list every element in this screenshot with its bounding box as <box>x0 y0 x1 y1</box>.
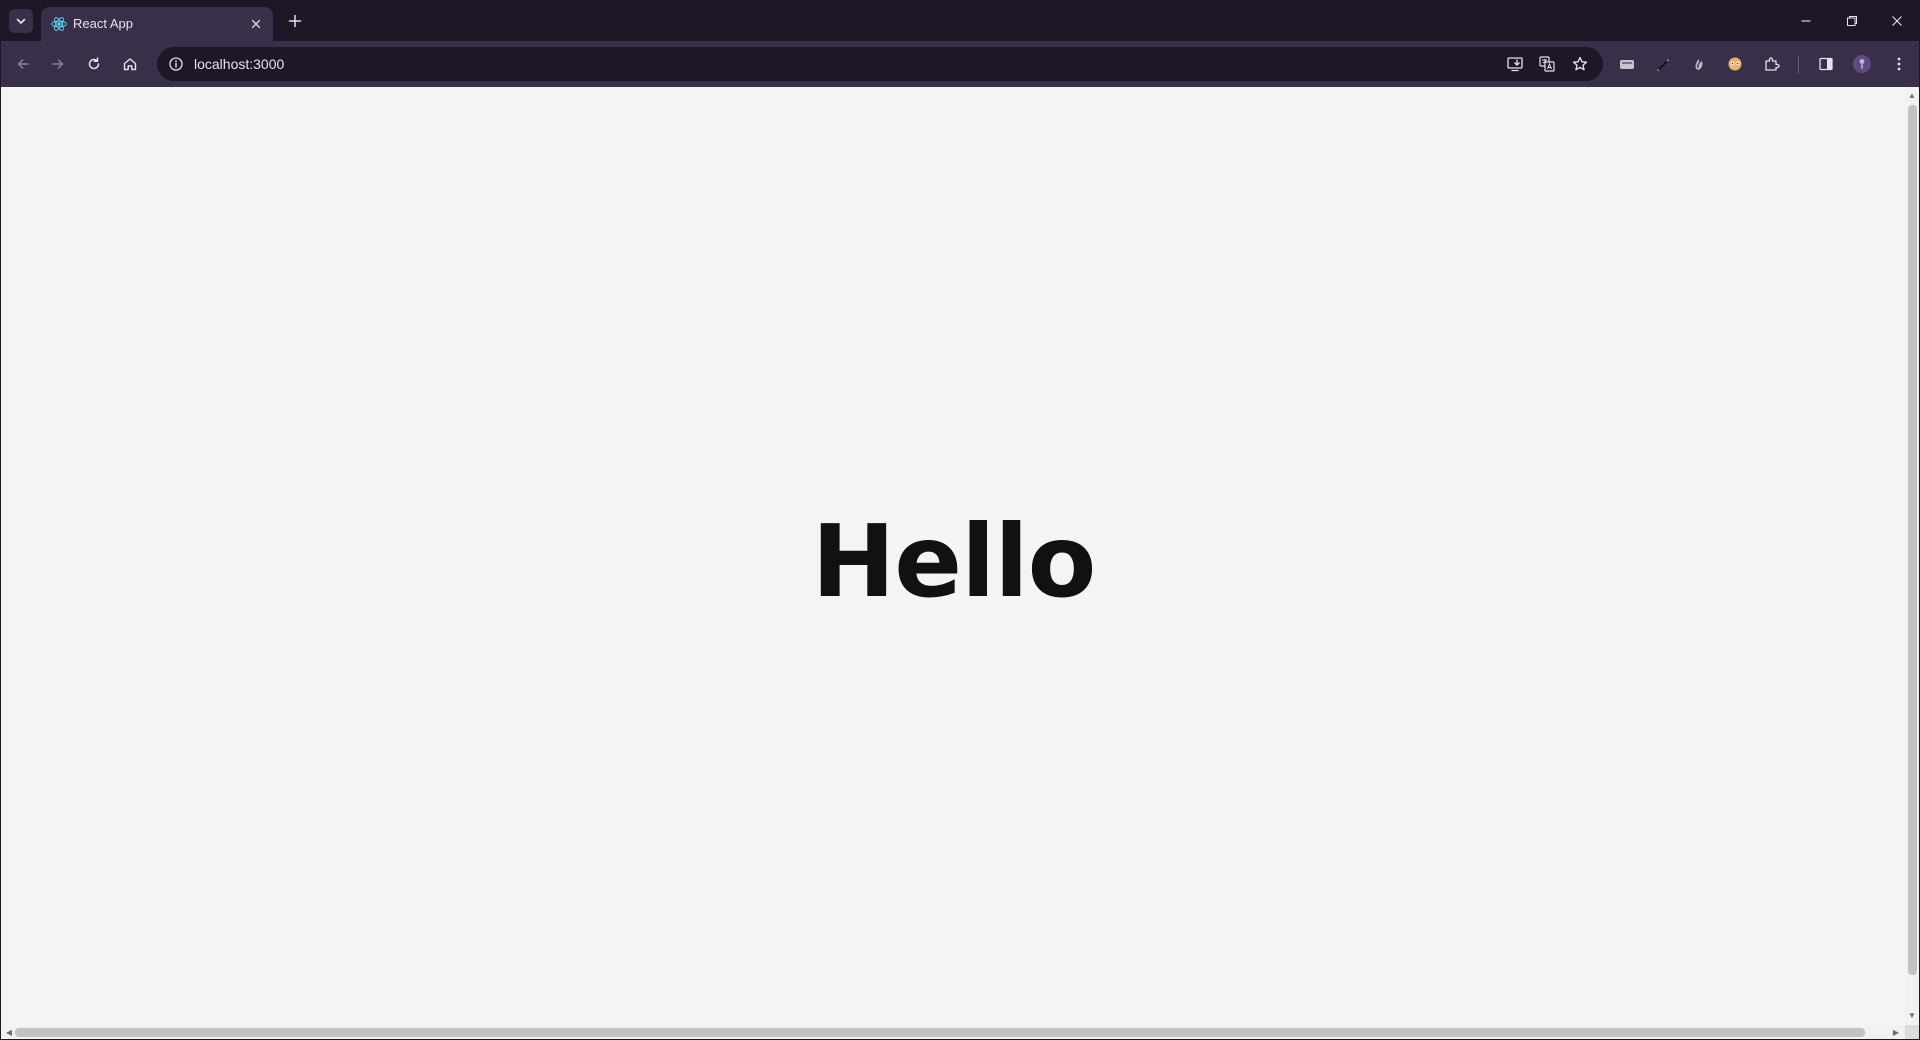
bookmark-button[interactable] <box>1568 52 1592 76</box>
minimize-button[interactable] <box>1783 1 1829 41</box>
extensions-button[interactable] <box>1760 52 1784 76</box>
page-heading: Hello <box>811 502 1097 620</box>
tab-close-button[interactable] <box>247 15 265 33</box>
extension-3-button[interactable] <box>1687 52 1711 76</box>
vertical-scrollbar[interactable]: ▲ ▼ <box>1905 87 1919 1025</box>
extension-1-icon <box>1620 60 1634 69</box>
close-icon <box>251 19 261 29</box>
chevron-down-icon <box>16 18 26 24</box>
url-text[interactable]: localhost:3000 <box>194 56 284 72</box>
extension-pen-icon <box>1657 59 1670 71</box>
scroll-down-icon[interactable]: ▼ <box>1906 1009 1918 1021</box>
react-icon <box>51 17 67 31</box>
extension-3-icon <box>1695 59 1703 70</box>
restore-button[interactable] <box>1829 1 1875 41</box>
install-app-icon <box>1507 57 1523 72</box>
translate-button[interactable] <box>1535 52 1559 76</box>
tab-title: React App <box>73 16 133 31</box>
close-icon <box>1892 16 1902 26</box>
tab-react-app[interactable]: React App <box>41 7 273 41</box>
forward-arrow-icon <box>52 59 64 69</box>
scroll-right-icon[interactable]: ▶ <box>1890 1026 1902 1038</box>
back-arrow-icon <box>17 59 29 69</box>
home-button[interactable] <box>116 50 144 78</box>
plus-icon <box>288 14 302 28</box>
vertical-scroll-thumb[interactable] <box>1908 105 1917 975</box>
browser-toolbar: localhost:3000 <box>1 41 1919 87</box>
browser-window: React App localhost:3000 Hello ▲ ▼ ◀ ▶ <box>0 0 1920 1040</box>
horizontal-scroll-thumb[interactable] <box>15 1028 1865 1037</box>
site-info-button[interactable] <box>165 53 187 75</box>
close-window-button[interactable] <box>1874 1 1920 41</box>
install-app-button[interactable] <box>1503 52 1527 76</box>
new-tab-button[interactable] <box>283 9 307 33</box>
bookmark-star-icon <box>1572 56 1588 71</box>
home-icon <box>123 58 137 71</box>
extension-face-button[interactable] <box>1723 52 1747 76</box>
site-info-icon <box>169 57 183 71</box>
scroll-left-icon[interactable]: ◀ <box>3 1026 15 1038</box>
tab-search-button[interactable] <box>9 9 33 33</box>
menu-kebab-icon <box>1897 57 1901 71</box>
browser-menu-button[interactable] <box>1887 52 1911 76</box>
translate-icon <box>1539 56 1555 72</box>
reload-icon <box>88 57 100 70</box>
extension-1-button[interactable] <box>1615 52 1639 76</box>
side-panel-button[interactable] <box>1814 52 1838 76</box>
tab-strip: React App <box>1 1 1919 41</box>
address-bar[interactable]: localhost:3000 <box>157 47 1603 81</box>
reload-button[interactable] <box>80 50 108 78</box>
minimize-icon <box>1801 20 1811 22</box>
profile-avatar <box>1853 55 1871 73</box>
extension-pen-button[interactable] <box>1651 52 1675 76</box>
profile-button[interactable] <box>1850 52 1874 76</box>
forward-button[interactable] <box>44 50 72 78</box>
page-viewport: Hello <box>2 87 1905 1025</box>
scrollbar-corner <box>1905 1025 1919 1039</box>
horizontal-scrollbar[interactable]: ◀ ▶ <box>2 1025 1905 1039</box>
side-panel-icon <box>1819 57 1833 71</box>
restore-icon <box>1847 16 1857 26</box>
toolbar-separator <box>1798 56 1799 74</box>
scroll-up-icon[interactable]: ▲ <box>1906 89 1918 101</box>
back-button[interactable] <box>9 50 37 78</box>
extensions-puzzle-icon <box>1765 57 1780 71</box>
extension-face-icon <box>1728 57 1742 71</box>
